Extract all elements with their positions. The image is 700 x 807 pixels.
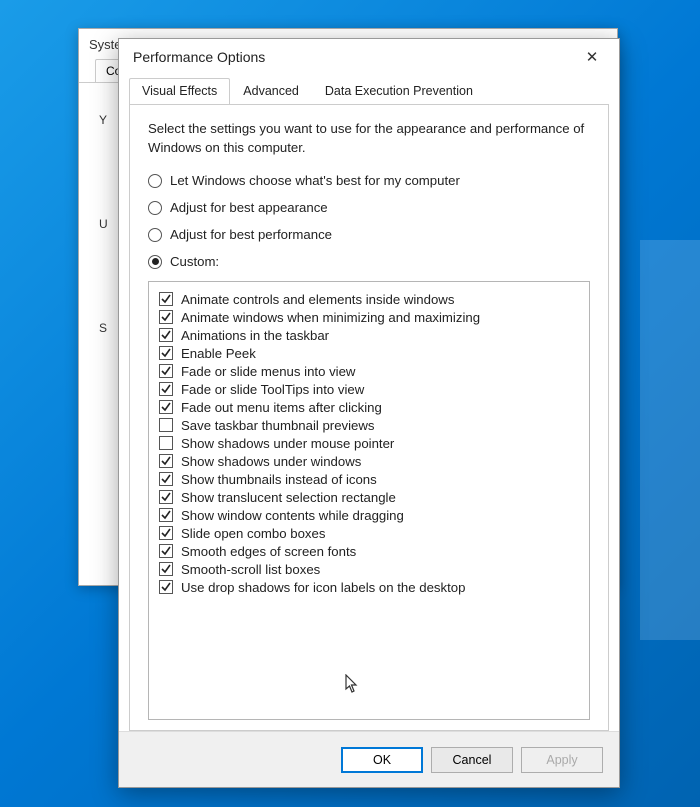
checkbox-label: Save taskbar thumbnail previews	[181, 418, 375, 433]
checkbox-checked-icon	[159, 562, 173, 576]
desktop-decor	[640, 240, 700, 640]
visual-effects-list: Animate controls and elements inside win…	[148, 281, 590, 720]
checkbox-checked-icon	[159, 508, 173, 522]
checkbox-label: Enable Peek	[181, 346, 256, 361]
checkbox-label: Animate controls and elements inside win…	[181, 292, 454, 307]
checkbox-checked-icon	[159, 526, 173, 540]
tab-visual-effects[interactable]: Visual Effects	[129, 78, 230, 104]
radio-option[interactable]: Adjust for best appearance	[148, 200, 590, 215]
intro-text: Select the settings you want to use for …	[148, 119, 590, 157]
checkbox-unchecked-icon	[159, 436, 173, 450]
list-item[interactable]: Show shadows under windows	[159, 452, 579, 470]
checkbox-label: Show shadows under windows	[181, 454, 361, 469]
checkbox-label: Show window contents while dragging	[181, 508, 404, 523]
checkbox-label: Smooth-scroll list boxes	[181, 562, 320, 577]
tab-data-execution-prevention[interactable]: Data Execution Prevention	[312, 78, 486, 104]
checkbox-checked-icon	[159, 454, 173, 468]
list-item[interactable]: Slide open combo boxes	[159, 524, 579, 542]
checkbox-checked-icon	[159, 472, 173, 486]
radio-option[interactable]: Custom:	[148, 254, 590, 269]
checkbox-label: Show thumbnails instead of icons	[181, 472, 377, 487]
checkbox-checked-icon	[159, 490, 173, 504]
radio-icon	[148, 201, 162, 215]
checkbox-checked-icon	[159, 364, 173, 378]
checkbox-checked-icon	[159, 328, 173, 342]
list-item[interactable]: Animations in the taskbar	[159, 326, 579, 344]
checkbox-label: Smooth edges of screen fonts	[181, 544, 356, 559]
list-item[interactable]: Fade out menu items after clicking	[159, 398, 579, 416]
checkbox-checked-icon	[159, 382, 173, 396]
tab-advanced[interactable]: Advanced	[230, 78, 312, 104]
checkbox-checked-icon	[159, 544, 173, 558]
checkbox-label: Animations in the taskbar	[181, 328, 329, 343]
list-item[interactable]: Animate controls and elements inside win…	[159, 290, 579, 308]
radio-icon	[148, 255, 162, 269]
checkbox-label: Animate windows when minimizing and maxi…	[181, 310, 480, 325]
tab-strip: Visual EffectsAdvancedData Execution Pre…	[119, 77, 619, 104]
list-item[interactable]: Smooth edges of screen fonts	[159, 542, 579, 560]
checkbox-checked-icon	[159, 310, 173, 324]
close-button[interactable]: ✕	[575, 44, 609, 70]
ok-button[interactable]: OK	[341, 747, 423, 773]
list-item[interactable]: Show translucent selection rectangle	[159, 488, 579, 506]
performance-options-dialog: Performance Options ✕ Visual EffectsAdva…	[118, 38, 620, 788]
list-item[interactable]: Enable Peek	[159, 344, 579, 362]
checkbox-label: Show translucent selection rectangle	[181, 490, 396, 505]
cursor-icon	[345, 674, 361, 694]
radio-label: Adjust for best appearance	[170, 200, 328, 215]
radio-label: Custom:	[170, 254, 219, 269]
checkbox-label: Fade or slide ToolTips into view	[181, 382, 364, 397]
checkbox-label: Show shadows under mouse pointer	[181, 436, 394, 451]
radio-icon	[148, 228, 162, 242]
list-item[interactable]: Smooth-scroll list boxes	[159, 560, 579, 578]
list-item[interactable]: Fade or slide menus into view	[159, 362, 579, 380]
checkbox-label: Use drop shadows for icon labels on the …	[181, 580, 465, 595]
dialog-footer: OK Cancel Apply	[119, 731, 619, 787]
list-item[interactable]: Use drop shadows for icon labels on the …	[159, 578, 579, 596]
checkbox-checked-icon	[159, 346, 173, 360]
checkbox-checked-icon	[159, 580, 173, 594]
cancel-button[interactable]: Cancel	[431, 747, 513, 773]
radio-label: Adjust for best performance	[170, 227, 332, 242]
tab-panel-visual-effects: Select the settings you want to use for …	[129, 104, 609, 731]
checkbox-label: Fade or slide menus into view	[181, 364, 355, 379]
radio-option[interactable]: Let Windows choose what's best for my co…	[148, 173, 590, 188]
apply-button[interactable]: Apply	[521, 747, 603, 773]
list-item[interactable]: Show shadows under mouse pointer	[159, 434, 579, 452]
list-item[interactable]: Save taskbar thumbnail previews	[159, 416, 579, 434]
list-item[interactable]: Show window contents while dragging	[159, 506, 579, 524]
list-item[interactable]: Show thumbnails instead of icons	[159, 470, 579, 488]
checkbox-checked-icon	[159, 400, 173, 414]
checkbox-checked-icon	[159, 292, 173, 306]
back-title: Syste	[89, 37, 122, 52]
list-item[interactable]: Fade or slide ToolTips into view	[159, 380, 579, 398]
dialog-title: Performance Options	[133, 49, 265, 65]
checkbox-label: Slide open combo boxes	[181, 526, 325, 541]
checkbox-label: Fade out menu items after clicking	[181, 400, 382, 415]
checkbox-unchecked-icon	[159, 418, 173, 432]
titlebar: Performance Options ✕	[119, 39, 619, 75]
close-icon: ✕	[586, 48, 599, 66]
radio-group: Let Windows choose what's best for my co…	[148, 173, 590, 281]
radio-label: Let Windows choose what's best for my co…	[170, 173, 460, 188]
list-item[interactable]: Animate windows when minimizing and maxi…	[159, 308, 579, 326]
radio-icon	[148, 174, 162, 188]
radio-option[interactable]: Adjust for best performance	[148, 227, 590, 242]
